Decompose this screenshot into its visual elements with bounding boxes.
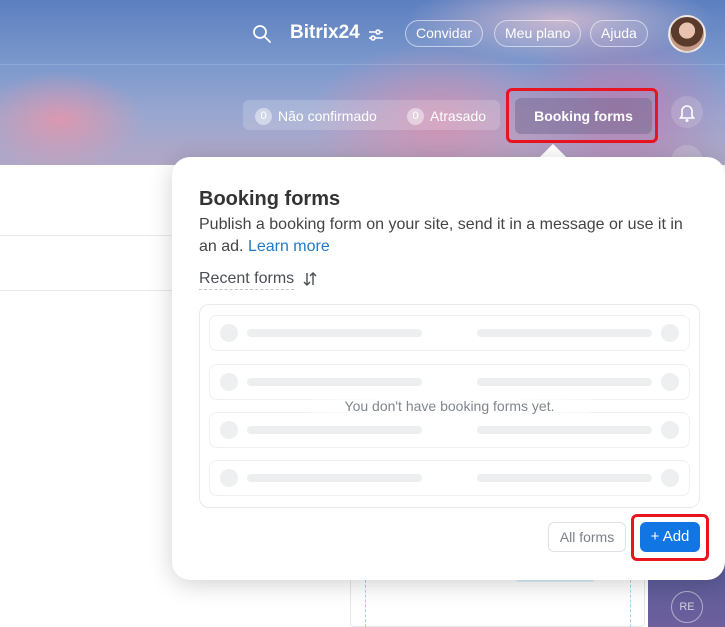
user-avatar[interactable]	[668, 15, 706, 53]
help-button[interactable]: Ajuda	[590, 20, 648, 47]
plan-button[interactable]: Meu plano	[494, 20, 582, 47]
learn-more-link[interactable]: Learn more	[248, 238, 330, 255]
highlight-add-button	[631, 514, 709, 561]
all-forms-button[interactable]: All forms	[548, 522, 626, 552]
sort-icon[interactable]	[302, 271, 318, 287]
search-icon[interactable]	[252, 24, 272, 44]
popup-description: Publish a booking form on your site, sen…	[199, 214, 704, 258]
counter-overdue-label: Atrasado	[430, 108, 487, 124]
popup-title: Booking forms	[199, 188, 341, 210]
bell-icon	[678, 105, 696, 122]
counter-unconfirmed-count: 0	[255, 107, 272, 125]
brand-logo[interactable]: Bitrix24	[290, 22, 360, 44]
re-avatar[interactable]: RE	[671, 591, 703, 623]
highlight-booking-forms	[506, 88, 658, 143]
header-divider	[0, 64, 725, 65]
placeholder-row	[209, 315, 690, 351]
settings-sliders-icon[interactable]	[368, 28, 384, 42]
invite-button[interactable]: Convidar	[405, 20, 484, 47]
counter-overdue[interactable]: 0 Atrasado	[407, 101, 486, 131]
counter-overdue-count: 0	[407, 107, 424, 125]
background-card-inner	[365, 575, 631, 627]
placeholder-row	[209, 460, 690, 496]
recent-forms-label[interactable]: Recent forms	[199, 270, 295, 290]
notifications-button[interactable]	[671, 96, 703, 128]
counter-unconfirmed-label: Não confirmado	[278, 108, 377, 124]
counter-unconfirmed[interactable]: 0 Não confirmado	[255, 101, 377, 131]
empty-state-message: You don't have booking forms yet.	[344, 398, 555, 414]
